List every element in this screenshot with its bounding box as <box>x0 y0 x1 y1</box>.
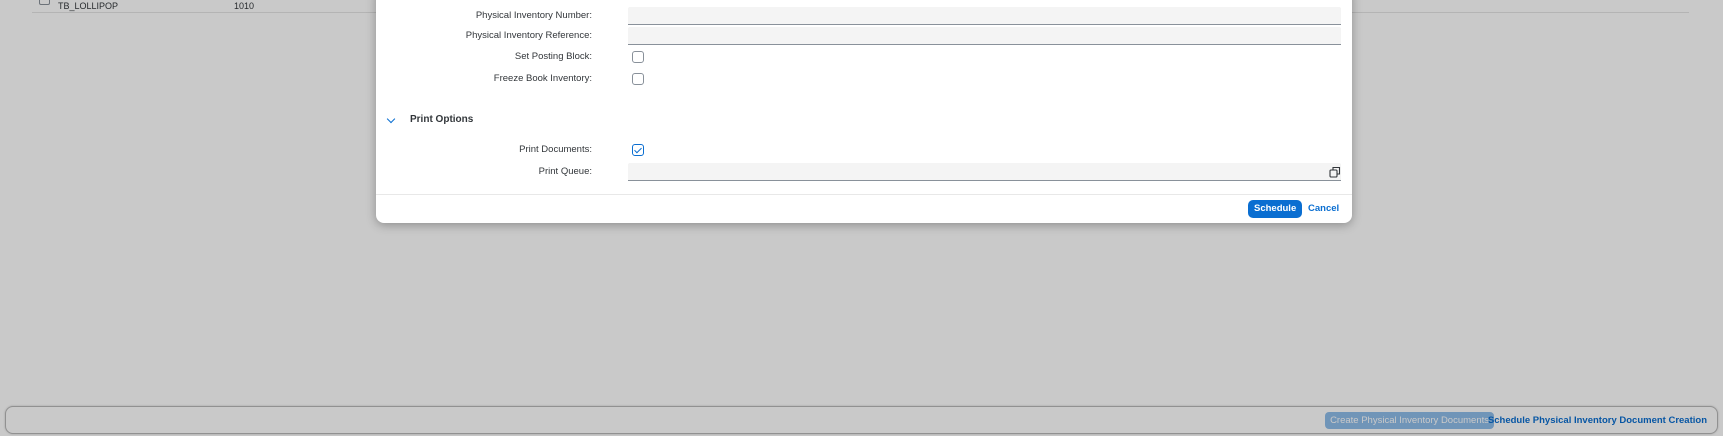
freeze-book-label: Freeze Book Inventory: <box>493 73 592 84</box>
print-queue-input[interactable] <box>628 163 1341 181</box>
print-documents-row: Print Documents: <box>376 140 1352 160</box>
pi-reference-row: Physical Inventory Reference: <box>376 26 1352 46</box>
print-documents-label: Print Documents: <box>519 144 592 155</box>
pi-number-row: Physical Inventory Number: <box>376 6 1352 26</box>
pi-reference-label: Physical Inventory Reference: <box>465 30 592 41</box>
dialog-footer: Schedule Cancel <box>376 194 1352 223</box>
pi-number-label: Physical Inventory Number: <box>475 10 592 21</box>
print-queue-label: Print Queue: <box>538 166 592 177</box>
print-queue-row: Print Queue: <box>376 162 1352 182</box>
posting-block-checkbox[interactable] <box>632 51 644 63</box>
cancel-button[interactable]: Cancel <box>1305 200 1342 218</box>
posting-block-row: Set Posting Block: <box>376 47 1352 67</box>
print-documents-checkbox[interactable] <box>632 144 644 156</box>
value-help-icon[interactable] <box>1329 166 1341 178</box>
print-options-title: Print Options <box>410 114 474 125</box>
checkmark-icon <box>634 145 642 154</box>
schedule-dialog: Physical Inventory Number: Physical Inve… <box>376 0 1352 223</box>
pi-number-input[interactable] <box>628 7 1341 25</box>
pi-reference-input[interactable] <box>628 27 1341 45</box>
chevron-down-icon[interactable] <box>386 114 396 124</box>
posting-block-label: Set Posting Block: <box>514 51 592 62</box>
schedule-button[interactable]: Schedule <box>1248 200 1303 218</box>
freeze-book-row: Freeze Book Inventory: <box>376 69 1352 89</box>
freeze-book-checkbox[interactable] <box>632 73 644 85</box>
